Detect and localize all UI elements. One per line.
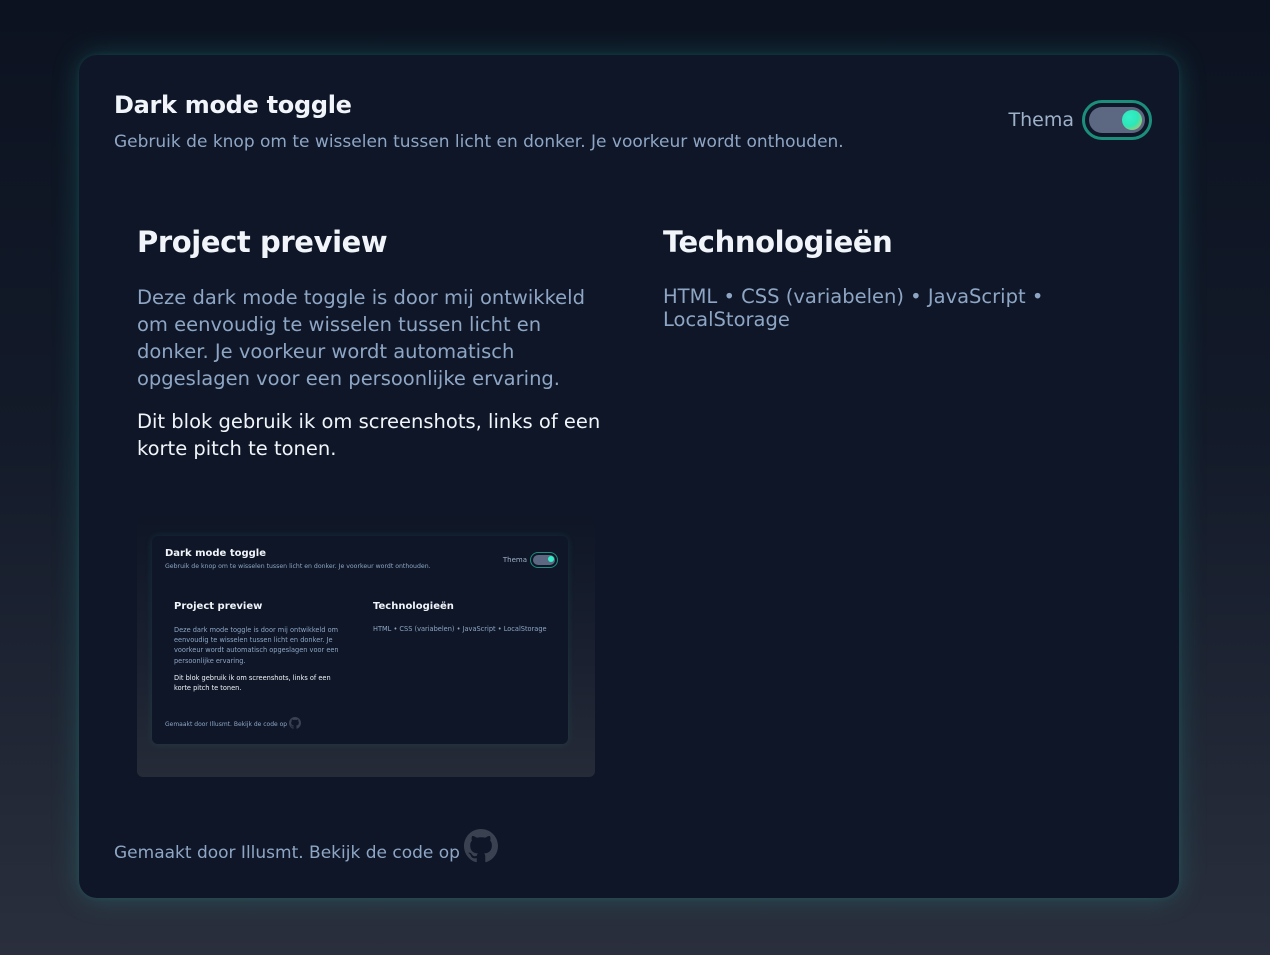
toggle-knob — [1122, 110, 1142, 130]
screenshot-card: Dark mode toggle Gebruik de knop om te w… — [152, 536, 568, 744]
technologies-section: Technologieën HTML • CSS (variabelen) • … — [663, 225, 1143, 331]
project-description: Deze dark mode toggle is door mij ontwik… — [137, 286, 585, 390]
screenshot-theme-label: Thema — [502, 556, 527, 564]
screenshot-theme-switch: Thema — [503, 552, 558, 568]
theme-switch: Thema — [1008, 100, 1152, 140]
screenshot-github-icon — [289, 717, 302, 731]
screenshot-project-title: Project preview — [174, 601, 263, 612]
technologies-title: Technologieën — [663, 225, 893, 259]
theme-toggle[interactable] — [1082, 100, 1152, 140]
screenshot-toggle-knob — [548, 556, 554, 562]
screenshot-title: Dark mode toggle — [165, 548, 267, 559]
screenshot-footer-text: Gemaakt door Illusmt. Bekijk de code op — [165, 720, 288, 728]
page-title: Dark mode toggle — [114, 91, 352, 119]
screenshot-footer: Gemaakt door Illusmt. Bekijk de code op — [165, 717, 302, 731]
screenshot-toggle — [530, 552, 558, 568]
toggle-track — [1089, 107, 1145, 133]
footer-text: Gemaakt door Illusmt. Bekijk de code op — [114, 843, 460, 863]
screenshot-tech-list: HTML • CSS (variabelen) • JavaScript • L… — [373, 625, 547, 633]
github-icon[interactable] — [463, 829, 498, 863]
screenshot-tech-title: Technologieën — [373, 601, 454, 612]
screenshot-project-text: Deze dark mode toggle is door mij ontwik… — [174, 626, 339, 665]
footer: Gemaakt door Illusmt. Bekijk de code op — [114, 829, 498, 863]
project-preview-title: Project preview — [137, 225, 388, 259]
theme-label: Thema — [1008, 109, 1075, 131]
page-subtitle: Gebruik de knop om te wisselen tussen li… — [114, 132, 844, 152]
project-screenshot: Dark mode toggle Gebruik de knop om te w… — [137, 516, 595, 777]
project-pitch: Dit blok gebruik ik om screenshots, link… — [137, 410, 601, 460]
screenshot-subtitle: Gebruik de knop om te wisselen tussen li… — [165, 563, 431, 570]
project-preview-section: Project preview Deze dark mode toggle is… — [137, 225, 607, 462]
main-card: Dark mode toggle Gebruik de knop om te w… — [79, 55, 1179, 898]
screenshot-project-pitch: Dit blok gebruik ik om screenshots, link… — [174, 674, 331, 693]
screenshot-toggle-track — [533, 555, 555, 565]
technologies-list: HTML • CSS (variabelen) • JavaScript • L… — [663, 285, 1044, 331]
